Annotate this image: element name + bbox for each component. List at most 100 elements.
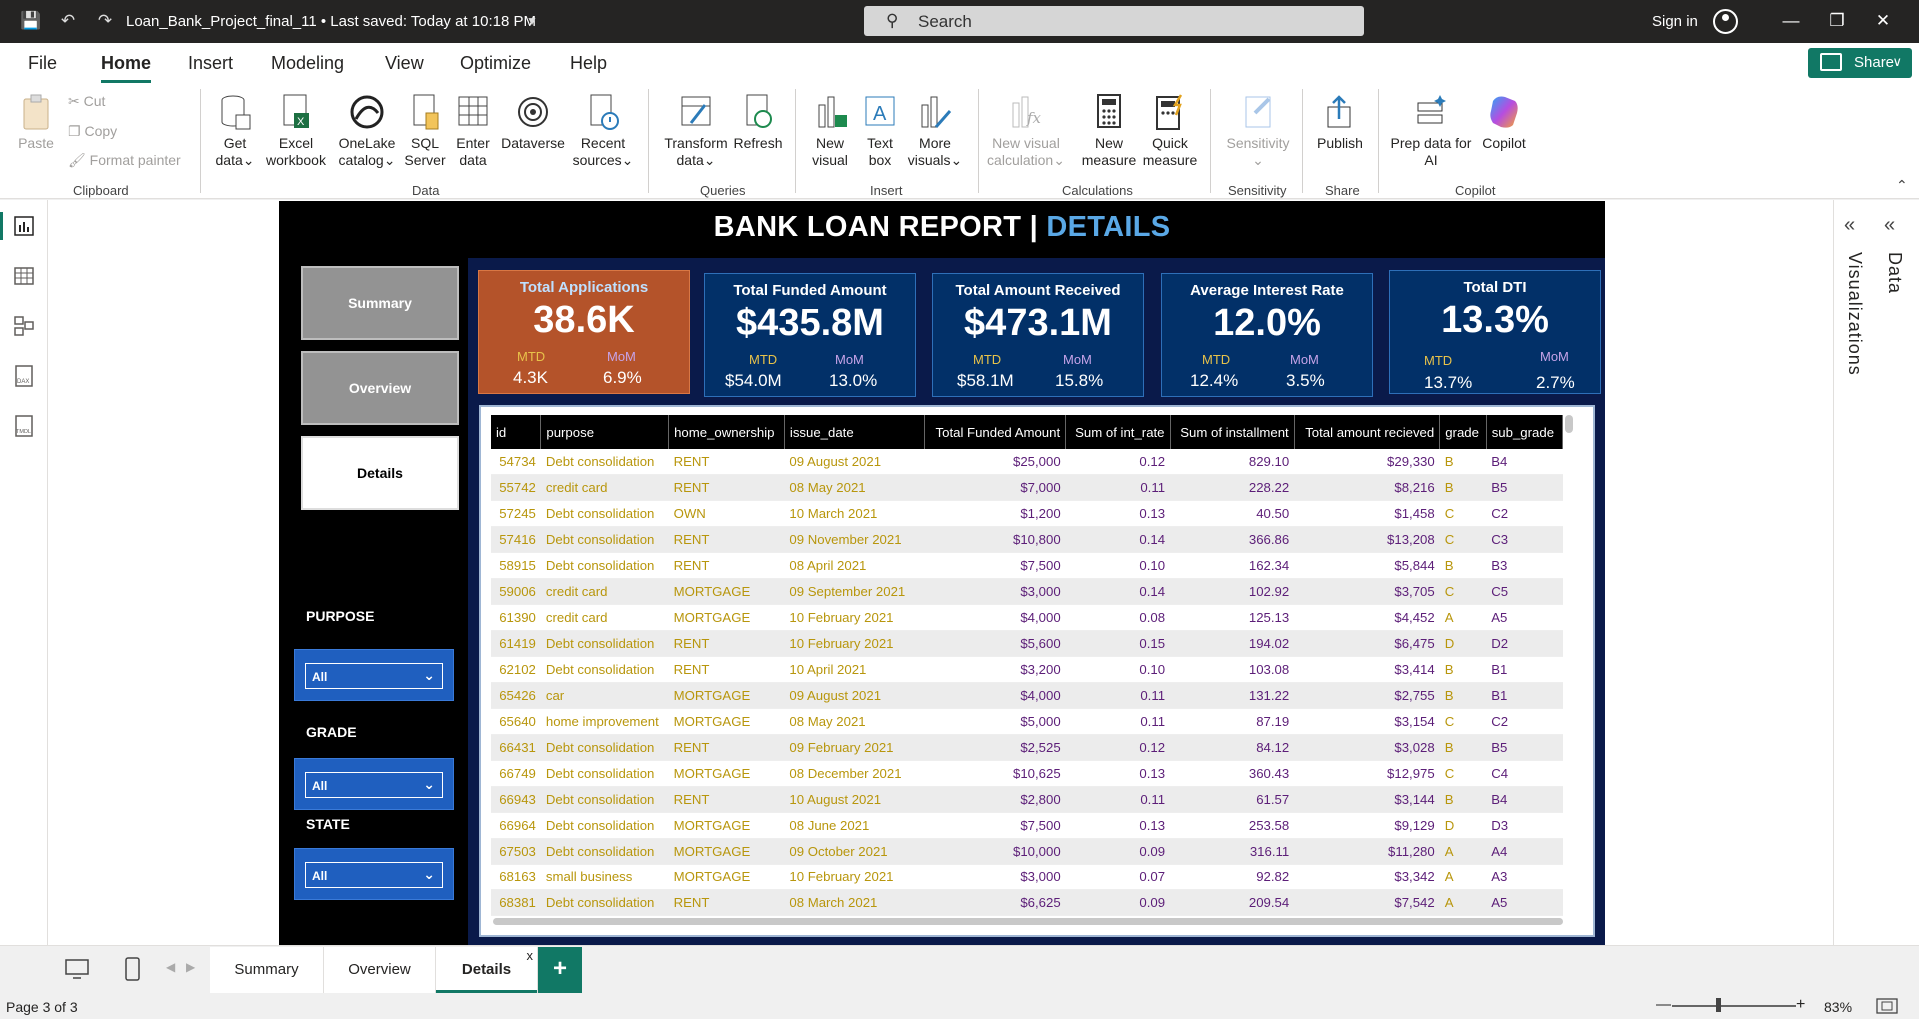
data-pane-tab[interactable]: Data bbox=[1884, 252, 1905, 294]
text-box-button[interactable]: A Text box bbox=[858, 93, 902, 169]
column-header[interactable]: Sum of int_rate bbox=[1065, 415, 1171, 449]
desktop-layout-icon[interactable] bbox=[64, 958, 90, 985]
tab-insert[interactable]: Insert bbox=[188, 53, 233, 74]
mobile-layout-icon[interactable] bbox=[124, 956, 142, 987]
close-page-icon[interactable]: x bbox=[527, 933, 534, 979]
column-header[interactable]: purpose bbox=[540, 415, 670, 449]
sign-in-link[interactable]: Sign in bbox=[1652, 13, 1698, 30]
file-title[interactable]: Loan_Bank_Project_final_11 • Last saved:… bbox=[126, 13, 536, 30]
dax-query-view-icon[interactable]: DAX bbox=[12, 364, 36, 388]
redo-icon[interactable]: ↷ bbox=[95, 11, 115, 31]
table-row[interactable]: 57245 Debt consolidation OWN 10 March 2021 $… bbox=[491, 500, 1563, 528]
column-header[interactable]: home_ownership bbox=[668, 415, 785, 449]
table-row[interactable]: 68381 Debt consolidation RENT 08 March 2021… bbox=[491, 889, 1563, 917]
tmdl-view-icon[interactable]: TMDL bbox=[12, 414, 36, 438]
zoom-in-icon[interactable]: + bbox=[1796, 996, 1805, 1014]
column-header[interactable]: id bbox=[491, 415, 542, 449]
tab-modeling[interactable]: Modeling bbox=[271, 53, 344, 74]
table-row[interactable]: 65640 home improvement MORTGAGE 08 May 2021… bbox=[491, 708, 1563, 735]
get-data-button[interactable]: Get data⌄ bbox=[210, 93, 260, 169]
column-header[interactable]: Total amount recieved bbox=[1294, 415, 1441, 449]
loan-details-table[interactable]: id purpose home_ownership issue_date Total F… bbox=[479, 405, 1595, 937]
sensitivity-button[interactable]: Sensitivity ⌄ bbox=[1222, 93, 1294, 169]
restore-icon[interactable]: ❐ bbox=[1826, 10, 1848, 32]
transform-data-button[interactable]: Transform data⌄ bbox=[660, 93, 732, 169]
onelake-catalog-button[interactable]: OneLake catalog⌄ bbox=[334, 93, 400, 169]
column-header[interactable]: sub_grade bbox=[1486, 415, 1564, 449]
column-header[interactable]: Total Funded Amount bbox=[924, 415, 1067, 449]
new-measure-button[interactable]: New measure bbox=[1080, 93, 1138, 169]
column-header[interactable]: grade bbox=[1439, 415, 1487, 449]
cut-button[interactable]: ✂ Cut bbox=[68, 93, 105, 110]
add-page-button[interactable]: + bbox=[538, 947, 582, 993]
copilot-button[interactable]: Copilot bbox=[1476, 93, 1532, 152]
undo-icon[interactable]: ↶ bbox=[58, 11, 78, 31]
fit-to-page-icon[interactable] bbox=[1876, 998, 1898, 1017]
table-row[interactable]: 58915 Debt consolidation RENT 08 April 2021… bbox=[491, 552, 1563, 580]
nav-overview-button[interactable]: Overview bbox=[301, 351, 459, 425]
visualizations-pane-tab[interactable]: Visualizations bbox=[1844, 252, 1865, 376]
copy-button[interactable]: ❐ Copy bbox=[68, 123, 117, 140]
minimize-icon[interactable]: — bbox=[1780, 10, 1802, 32]
table-row[interactable]: 59006 credit card MORTGAGE 09 September 202… bbox=[491, 578, 1563, 606]
new-visual-button[interactable]: New visual bbox=[806, 93, 854, 169]
refresh-button[interactable]: Refresh bbox=[730, 93, 786, 152]
table-row[interactable]: 57416 Debt consolidation RENT 09 November 2… bbox=[491, 526, 1563, 554]
close-icon[interactable]: ✕ bbox=[1872, 10, 1894, 32]
tab-optimize[interactable]: Optimize bbox=[460, 53, 531, 74]
avatar-icon[interactable] bbox=[1713, 9, 1738, 34]
horizontal-scrollbar[interactable] bbox=[493, 918, 1563, 925]
prev-page-icon[interactable]: ◀ bbox=[166, 960, 175, 974]
new-visual-calculation-button[interactable]: fx New visual calculation⌄ bbox=[986, 93, 1066, 169]
model-view-icon[interactable] bbox=[12, 314, 36, 338]
tab-home[interactable]: Home bbox=[101, 53, 152, 83]
kpi-card-total-applications[interactable]: Total Applications 38.6K MTD MoM 4.3K 6.… bbox=[478, 270, 690, 394]
collapse-ribbon-icon[interactable]: ⌃ bbox=[1896, 177, 1908, 194]
nav-details-button[interactable]: Details bbox=[301, 436, 459, 510]
kpi-card-average-interest-rate[interactable]: Average Interest Rate 12.0% MTD MoM 12.4… bbox=[1161, 273, 1373, 397]
tab-view[interactable]: View bbox=[385, 53, 424, 74]
expand-visualizations-icon[interactable]: « bbox=[1844, 214, 1855, 237]
dataverse-button[interactable]: Dataverse bbox=[498, 93, 568, 152]
next-page-icon[interactable]: ▶ bbox=[186, 960, 195, 974]
table-row[interactable]: 62102 Debt consolidation RENT 10 April 2021… bbox=[491, 656, 1563, 683]
slicer-purpose-dropdown[interactable]: All ⌄ bbox=[305, 663, 443, 689]
table-row[interactable]: 68163 small business MORTGAGE 10 February 2… bbox=[491, 864, 1563, 891]
table-row[interactable]: 66431 Debt consolidation RENT 09 February 2… bbox=[491, 734, 1563, 761]
report-view-icon[interactable] bbox=[0, 212, 36, 240]
nav-summary-button[interactable]: Summary bbox=[301, 266, 459, 340]
table-row[interactable]: 66749 Debt consolidation MORTGAGE 08 Decemb… bbox=[491, 760, 1563, 787]
zoom-slider-thumb[interactable] bbox=[1716, 998, 1721, 1012]
publish-button[interactable]: Publish bbox=[1310, 93, 1370, 152]
table-view-icon[interactable] bbox=[12, 264, 36, 288]
title-chevron-down-icon[interactable]: ▼ bbox=[522, 11, 542, 31]
zoom-slider-track[interactable] bbox=[1672, 1005, 1796, 1007]
format-painter-button[interactable]: 🖌 Format painter bbox=[68, 152, 181, 169]
excel-workbook-button[interactable]: X Excel workbook bbox=[262, 93, 330, 169]
page-tab-summary[interactable]: Summary bbox=[210, 947, 324, 993]
enter-data-button[interactable]: Enter data bbox=[450, 93, 496, 169]
page-tab-overview[interactable]: Overview bbox=[324, 947, 436, 993]
paste-button[interactable]: Paste bbox=[14, 93, 58, 152]
column-header[interactable]: Sum of installment bbox=[1170, 415, 1295, 449]
recent-sources-button[interactable]: Recent sources⌄ bbox=[570, 93, 636, 169]
sql-server-button[interactable]: SQL Server bbox=[402, 93, 448, 169]
table-row[interactable]: 67503 Debt consolidation MORTGAGE 09 Octobe… bbox=[491, 838, 1563, 865]
more-visuals-button[interactable]: More visuals⌄ bbox=[904, 93, 966, 169]
table-row[interactable]: 65426 car MORTGAGE 09 August 2021 $4,000 0.11… bbox=[491, 682, 1563, 709]
slicer-state-dropdown[interactable]: All ⌄ bbox=[305, 862, 443, 888]
quick-measure-button[interactable]: Quick measure bbox=[1140, 93, 1200, 169]
page-tab-details[interactable]: Details x bbox=[436, 947, 538, 993]
save-icon[interactable]: 💾 bbox=[20, 11, 41, 31]
tab-help[interactable]: Help bbox=[570, 53, 607, 74]
table-row[interactable]: 66964 Debt consolidation MORTGAGE 08 June 2… bbox=[491, 812, 1563, 839]
kpi-card-total-amount-received[interactable]: Total Amount Received $473.1M MTD MoM $5… bbox=[932, 273, 1144, 397]
share-button[interactable]: Share ∨ bbox=[1808, 48, 1912, 78]
slicer-grade-dropdown[interactable]: All ⌄ bbox=[305, 772, 443, 798]
table-row[interactable]: 61419 Debt consolidation RENT 10 February 2… bbox=[491, 630, 1563, 657]
table-row[interactable]: 61390 credit card MORTGAGE 10 February 2021… bbox=[491, 604, 1563, 632]
table-row[interactable]: 55742 credit card RENT 08 May 2021 $7,000 0.1… bbox=[491, 474, 1563, 502]
kpi-card-total-funded-amount[interactable]: Total Funded Amount $435.8M MTD MoM $54.… bbox=[704, 273, 916, 397]
search-box[interactable]: ⚲ Search bbox=[864, 6, 1364, 36]
zoom-out-icon[interactable]: — bbox=[1656, 996, 1671, 1013]
